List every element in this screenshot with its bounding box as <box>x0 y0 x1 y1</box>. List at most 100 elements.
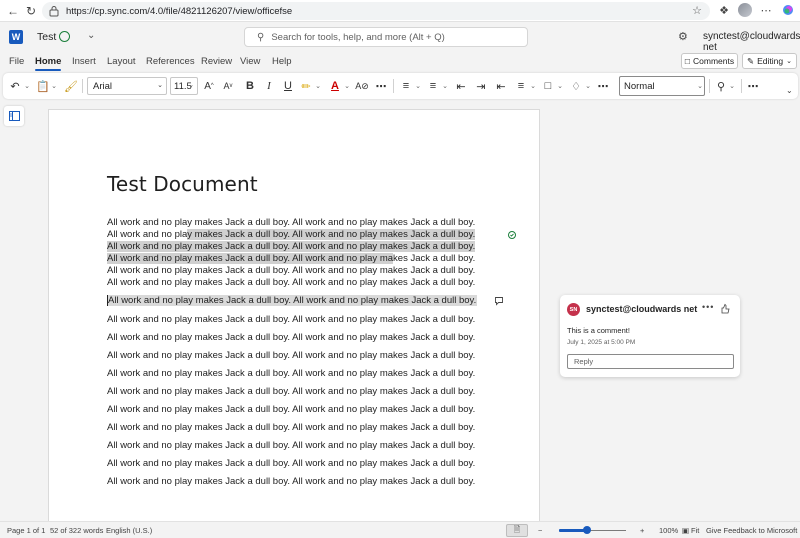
bold-button[interactable]: B <box>243 78 257 94</box>
style-select[interactable]: Normal <box>619 76 705 96</box>
tab-home[interactable]: Home <box>35 56 62 71</box>
ribbon-divider <box>709 79 710 93</box>
clear-format-icon[interactable]: A⊘ <box>355 78 369 94</box>
font-size-select[interactable]: 11.5 ⌄ <box>170 77 198 95</box>
list-item[interactable]: All work and no play makes Jack a dull b… <box>107 440 475 451</box>
style-dropdown-icon[interactable]: ⌄ <box>695 78 705 94</box>
paste-dropdown-icon[interactable]: ⌄ <box>50 78 58 94</box>
print-layout-button[interactable]: 🗎 <box>506 524 528 537</box>
profile-avatar[interactable] <box>738 3 752 17</box>
more-options-icon[interactable]: ••• <box>702 302 714 312</box>
paste-icon[interactable]: 📋 <box>36 78 50 94</box>
more-options-icon[interactable]: ⋯ <box>745 78 761 94</box>
paragraph-1[interactable]: All work and no play makes Jack a dull b… <box>107 217 487 289</box>
align-icon[interactable]: ≡ <box>514 78 528 94</box>
list-item[interactable]: All work and no play makes Jack a dull b… <box>107 314 475 325</box>
zoom-slider-thumb[interactable] <box>583 526 592 534</box>
gear-icon[interactable]: ⚙ <box>678 30 688 43</box>
like-icon[interactable] <box>720 303 730 314</box>
undo-icon[interactable]: ↶ <box>8 78 22 94</box>
address-bar[interactable]: https://cp.sync.com/4.0/file/4821126207/… <box>42 2 710 20</box>
font-color-icon[interactable]: A <box>328 78 342 94</box>
italic-button[interactable]: I <box>262 78 276 94</box>
more-paragraph-options-icon[interactable]: ⋯ <box>595 78 611 94</box>
increase-indent-icon[interactable]: ⇥ <box>474 78 488 94</box>
find-icon[interactable]: ⚲ <box>714 78 728 94</box>
ribbon-collapse-icon[interactable]: ⌄ <box>786 86 793 95</box>
copilot-icon[interactable] <box>780 2 796 18</box>
editing-mode-button[interactable]: ✎ Editing ⌄ <box>742 53 797 69</box>
comments-button[interactable]: □ Comments <box>681 53 738 69</box>
feedback-link[interactable]: Give Feedback to Microsoft <box>706 526 797 535</box>
tab-file[interactable]: File <box>9 56 24 67</box>
fit-icon[interactable]: ▣ <box>682 526 689 535</box>
comments-label: Comments <box>693 56 735 66</box>
tab-view[interactable]: View <box>240 56 260 67</box>
fit-button[interactable]: Fit <box>691 526 699 535</box>
zoom-in-icon[interactable]: + <box>640 526 644 535</box>
bullets-icon[interactable]: ≡ <box>399 78 413 94</box>
highlight-dropdown-icon[interactable]: ⌄ <box>314 78 322 94</box>
document-name[interactable]: Test <box>37 31 56 43</box>
zoom-level[interactable]: 100% <box>659 526 678 535</box>
status-bar: Page 1 of 1 52 of 322 words English (U.S… <box>0 521 800 538</box>
reload-icon[interactable]: ↻ <box>22 2 40 20</box>
shading-icon[interactable]: ♢ <box>569 78 583 94</box>
highlighter-icon[interactable]: ✏ <box>299 78 313 94</box>
sidebar-panel-icon <box>8 111 20 121</box>
back-icon[interactable]: ← <box>4 2 22 20</box>
ribbon-divider <box>741 79 742 93</box>
comment-card[interactable]: SN synctest@cloudwards net ••• This is a… <box>560 295 740 377</box>
document-page[interactable]: Test Document All work and no play makes… <box>48 109 540 521</box>
site-info-icon[interactable] <box>48 5 60 17</box>
browser-menu-icon[interactable]: ⋯ <box>758 2 774 18</box>
more-font-options-icon[interactable]: ⋯ <box>373 78 389 94</box>
list-item[interactable]: All work and no play makes Jack a dull b… <box>107 422 475 433</box>
align-dropdown-icon[interactable]: ⌄ <box>529 78 537 94</box>
list-item[interactable]: All work and no play makes Jack a dull b… <box>107 476 475 487</box>
comment-marker-icon[interactable] <box>494 296 504 306</box>
search-input[interactable]: ⚲ Search for tools, help, and more (Alt … <box>244 27 528 47</box>
find-dropdown-icon[interactable]: ⌄ <box>728 78 736 94</box>
selected-line[interactable]: All work and no play makes Jack a dull b… <box>107 295 478 306</box>
numbering-dropdown-icon[interactable]: ⌄ <box>441 78 449 94</box>
reply-input[interactable]: Reply <box>567 354 734 369</box>
list-item[interactable]: All work and no play makes Jack a dull b… <box>107 458 475 469</box>
list-item[interactable]: All work and no play makes Jack a dull b… <box>107 332 475 343</box>
grow-font-icon[interactable]: A ^ <box>202 78 216 94</box>
borders-icon[interactable]: □ <box>541 78 555 94</box>
zoom-out-icon[interactable]: − <box>538 526 542 535</box>
list-item[interactable]: All work and no play makes Jack a dull b… <box>107 368 475 379</box>
language-status[interactable]: English (U.S.) <box>106 526 152 535</box>
shading-dropdown-icon[interactable]: ⌄ <box>584 78 592 94</box>
undo-dropdown-icon[interactable]: ⌄ <box>23 78 31 94</box>
account-name[interactable]: synctest@cloudwards net <box>703 31 800 53</box>
numbering-icon[interactable]: ≡ <box>426 78 440 94</box>
shrink-font-icon[interactable]: Av <box>221 78 235 94</box>
format-painter-icon[interactable]: 🖌 <box>64 78 78 94</box>
favorite-star-icon[interactable]: ☆ <box>692 4 702 17</box>
word-logo-icon[interactable]: W <box>9 30 23 44</box>
document-title[interactable]: Test Document <box>107 172 258 196</box>
tab-references[interactable]: References <box>146 56 195 67</box>
bullets-dropdown-icon[interactable]: ⌄ <box>414 78 422 94</box>
borders-dropdown-icon[interactable]: ⌄ <box>556 78 564 94</box>
chevron-down-icon[interactable]: ⌄ <box>87 30 95 41</box>
ribbon-tabs: File Home Insert Layout References Revie… <box>0 52 800 72</box>
list-item[interactable]: All work and no play makes Jack a dull b… <box>107 386 475 397</box>
underline-button[interactable]: U <box>281 78 295 94</box>
tab-layout[interactable]: Layout <box>107 56 136 67</box>
font-color-dropdown-icon[interactable]: ⌄ <box>343 78 351 94</box>
tab-review[interactable]: Review <box>201 56 232 67</box>
extensions-icon[interactable]: ❖ <box>716 2 732 18</box>
list-item[interactable]: All work and no play makes Jack a dull b… <box>107 350 475 361</box>
comment-added-icon[interactable] <box>507 230 517 240</box>
decrease-indent-icon[interactable]: ⇤ <box>454 78 468 94</box>
decrease-list-icon[interactable]: ⇤ <box>494 78 508 94</box>
word-count[interactable]: 52 of 322 words <box>50 526 103 535</box>
list-item[interactable]: All work and no play makes Jack a dull b… <box>107 404 475 415</box>
tab-insert[interactable]: Insert <box>72 56 96 67</box>
navigation-pane-button[interactable] <box>4 106 24 126</box>
tab-help[interactable]: Help <box>272 56 292 67</box>
font-family-select[interactable]: Arial ⌄ <box>87 77 167 95</box>
